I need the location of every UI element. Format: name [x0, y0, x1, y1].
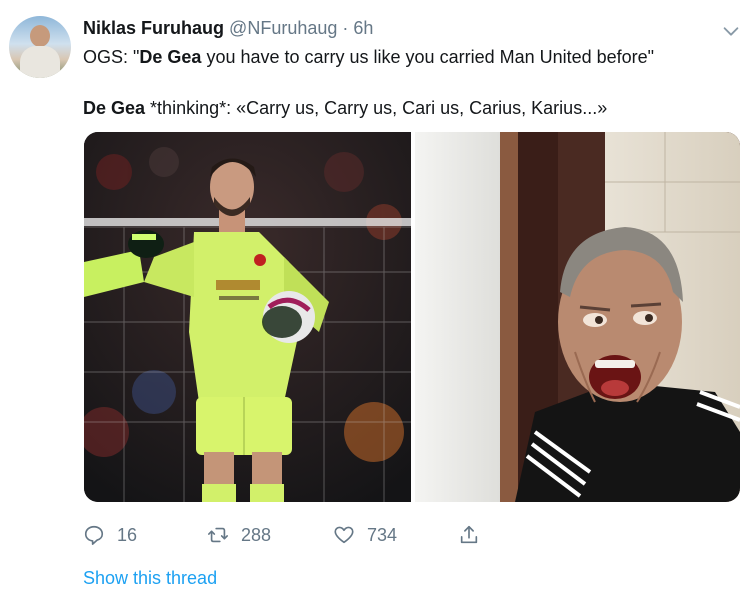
tweet-time[interactable]: 6h — [353, 18, 373, 38]
like-button[interactable]: 734 — [333, 520, 397, 550]
show-thread-link[interactable]: Show this thread — [83, 566, 217, 590]
tweet-header: Niklas Furuhaug @NFuruhaug · 6h — [83, 16, 373, 40]
retweet-button[interactable]: 288 — [207, 520, 271, 550]
media-image-left[interactable] — [84, 132, 411, 502]
laughing-man-photo — [415, 132, 740, 502]
author-name[interactable]: Niklas Furuhaug — [83, 18, 224, 38]
reply-count: 16 — [117, 524, 138, 545]
goalkeeper-photo — [84, 132, 411, 502]
like-count: 734 — [367, 524, 398, 545]
media-image-right[interactable] — [415, 132, 740, 502]
line1-prefix: OGS: " — [83, 47, 140, 67]
share-icon — [460, 525, 478, 544]
tweet[interactable]: Niklas Furuhaug @NFuruhaug · 6h OGS: "De… — [0, 0, 750, 595]
author-handle[interactable]: @NFuruhaug — [229, 18, 337, 38]
retweet-icon — [208, 527, 228, 543]
share-button[interactable] — [458, 520, 492, 550]
avatar[interactable] — [9, 16, 71, 78]
line2-bold: De Gea — [83, 98, 146, 118]
tweet-text-line-2: De Gea *thinking*: «Carry us, Carry us, … — [83, 95, 607, 121]
retweet-count: 288 — [241, 524, 272, 545]
line2-rest: *thinking*: «Carry us, Carry us, Cari us… — [145, 98, 608, 118]
line1-bold: De Gea — [139, 47, 202, 67]
line1-rest: you have to carry us like you carried Ma… — [201, 47, 655, 67]
reply-icon — [84, 525, 104, 545]
like-icon — [334, 526, 354, 544]
reply-button[interactable]: 16 — [83, 520, 137, 550]
chevron-down-icon[interactable] — [720, 20, 742, 42]
tweet-actions: 16 288 734 — [83, 520, 503, 550]
meta-separator: · — [342, 18, 349, 38]
avatar-body — [20, 46, 60, 78]
avatar-head — [30, 25, 50, 47]
tweet-text-line-1: OGS: "De Gea you have to carry us like y… — [83, 44, 654, 70]
tweet-media[interactable] — [84, 132, 740, 502]
